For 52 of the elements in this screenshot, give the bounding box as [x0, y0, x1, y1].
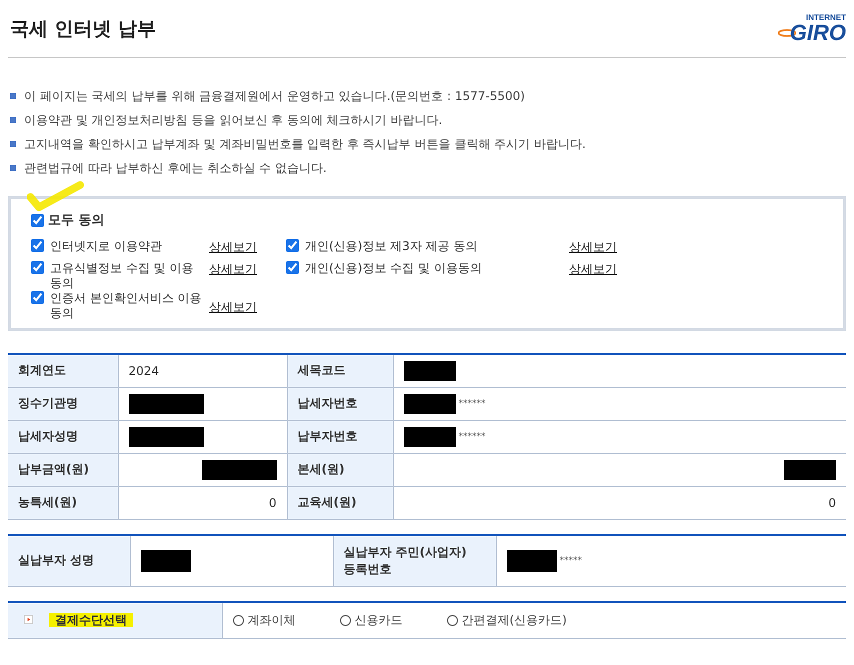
details-link[interactable]: 상세보기: [209, 261, 257, 278]
agree-label: 인터넷지로 이용약관: [50, 239, 163, 254]
field-label: 세목코드: [287, 354, 393, 387]
agree-label: 인증서 본인확인서비스 이용동의: [50, 291, 203, 321]
agree-label: 개인(신용)정보 수집 및 이용동의: [305, 261, 483, 276]
field-label: 납부자번호: [287, 420, 393, 453]
field-label: 납부금액(원): [8, 453, 118, 486]
page-title: 국세 인터넷 납부: [10, 16, 156, 42]
details-link[interactable]: 상세보기: [209, 299, 257, 316]
notice-text: 고지내역을 확인하시고 납부계좌 및 계좌비밀번호를 입력한 후 즉시납부 버튼을 클릭해 주시기 바랍니다.: [24, 136, 586, 152]
giro-logo: INTERNET GIRO: [778, 14, 846, 44]
field-value: 2024: [128, 364, 160, 378]
agree-checkbox[interactable]: [286, 239, 299, 252]
field-label: 실납부자 성명: [8, 534, 130, 586]
masked-digits: *****: [560, 556, 582, 566]
field-label: 본세(원): [287, 453, 393, 486]
bullet-icon: [10, 165, 16, 171]
payment-option[interactable]: 간편결제(신용카드): [446, 612, 567, 629]
details-link[interactable]: 상세보기: [209, 239, 257, 256]
radio-button[interactable]: [340, 614, 350, 626]
radio-button[interactable]: [446, 614, 458, 626]
payment-option[interactable]: 계좌이체: [232, 612, 296, 629]
notice-text: 이 페이지는 국세의 납부를 위해 금융결제원에서 운영하고 있습니다.(문의번호 : 1577-5500): [24, 88, 525, 104]
bullet-icon: [10, 117, 16, 123]
radio-button[interactable]: [232, 614, 244, 626]
details-link[interactable]: 상세보기: [569, 239, 617, 256]
details-link[interactable]: 상세보기: [569, 261, 617, 278]
field-label: 농특세(원): [8, 486, 118, 519]
field-label: 징수기관명: [8, 387, 118, 420]
field-label: 납세자성명: [8, 420, 118, 453]
agree-all-checkbox[interactable]: [31, 214, 44, 226]
agree-checkbox[interactable]: [31, 239, 44, 252]
agree-checkbox[interactable]: [286, 261, 299, 274]
field-label: 납세자번호: [287, 387, 393, 420]
agree-all-label: 모두 동의: [48, 212, 105, 229]
agree-checkbox[interactable]: [31, 261, 44, 274]
bullet-icon: [10, 141, 16, 147]
notice-text: 이용약관 및 개인정보처리방침 등을 읽어보신 후 동의에 체크하시기 바랍니다.: [24, 112, 442, 128]
field-label: 회계연도: [8, 354, 118, 387]
agree-label: 고유식별정보 수집 및 이용동의: [50, 261, 194, 291]
agree-checkbox[interactable]: [31, 291, 44, 304]
payment-method-label: 결제수단선택: [49, 612, 133, 627]
bullet-icon: [10, 93, 16, 99]
masked-digits: ******: [458, 432, 486, 442]
field-value: 0: [828, 496, 836, 510]
field-label: 교육세(원): [287, 486, 393, 519]
masked-digits: ******: [458, 398, 486, 408]
field-value: 0: [268, 496, 276, 510]
agree-label: 개인(신용)정보 제3자 제공 동의: [305, 239, 478, 254]
notice-text: 관련법규에 따라 납부하신 후에는 취소하실 수 없습니다.: [24, 160, 327, 176]
payment-option[interactable]: 신용카드: [340, 612, 402, 629]
field-label: 실납부자 주민(사업자) 등록번호: [333, 534, 496, 586]
